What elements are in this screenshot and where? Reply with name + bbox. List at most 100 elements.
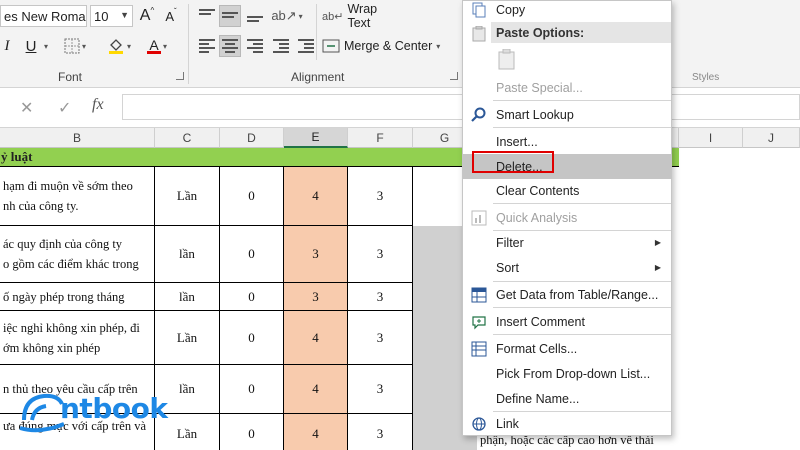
fill-color-button[interactable]: ▾ [104,35,134,57]
quick-analysis-icon [470,209,488,227]
menu-item-label: Filter [496,235,524,250]
menu-item-copy[interactable]: Copy [463,0,671,22]
submenu-arrow-icon: ▶ [654,238,661,247]
table-row-2-f[interactable]: 3 [348,226,413,283]
table-row-4-f[interactable]: 3 [348,311,413,365]
menu-item-format-cells[interactable]: Format Cells... [463,336,671,361]
font-dialog-launcher-icon[interactable] [176,72,184,80]
align-middle-button[interactable] [219,5,241,27]
font-name-dropdown[interactable]: es New Romar [0,5,87,27]
table-row-6-f[interactable]: 3 [348,414,413,450]
styles-group-label: Styles [692,72,720,83]
table-row-2-c[interactable]: lần [155,226,220,283]
insert-function-icon[interactable]: fx [92,96,104,114]
borders-button[interactable]: ▾ [62,35,88,57]
align-left-button[interactable] [196,35,218,57]
borders-icon [64,38,80,54]
underline-label: U [25,37,37,55]
table-row-4-e[interactable]: 4 [284,311,348,365]
table-row-2-b[interactable]: ác quy định của công ty o gồm các điểm kh… [0,226,155,283]
align-center-button[interactable] [219,35,241,57]
font-name-value: es New Romar [4,8,87,24]
table-row-5-d[interactable]: 0 [220,365,284,414]
table-row-3-b[interactable]: ố ngày phép trong tháng [0,283,155,311]
table-row-5-e[interactable]: 4 [284,365,348,414]
table-row-2-d[interactable]: 0 [220,226,284,283]
paste-clipboard-icon[interactable] [497,48,517,74]
wrap-text-button[interactable]: ab↵ Wrap Text [322,2,402,30]
table-row-3-f[interactable]: 3 [348,283,413,311]
menu-item-clear-contents[interactable]: Clear Contents [463,178,671,203]
table-row-1-f[interactable]: 3 [348,167,413,226]
column-header-f[interactable]: F [348,128,413,148]
table-row-4-d[interactable]: 0 [220,311,284,365]
font-size-value: 10 [94,8,109,24]
shrink-font-button[interactable]: Aˇ [161,5,181,27]
table-row-1-d[interactable]: 0 [220,167,284,226]
table-row-2-e[interactable]: 3 [284,226,348,283]
italic-button[interactable]: I [0,35,14,57]
menu-item-sort[interactable]: Sort ▶ [463,255,671,280]
table-row-3-e[interactable]: 3 [284,283,348,311]
orientation-button[interactable]: ab↗ ▾ [271,5,302,27]
menu-item-get-data[interactable]: Get Data from Table/Range... [463,282,671,307]
menu-item-define-name[interactable]: Define Name... [463,386,671,411]
menu-item-insert-comment[interactable]: Insert Comment [463,309,671,334]
align-bottom-button[interactable] [244,5,266,27]
logo-text: ntbook [60,392,168,425]
table-row-4-c[interactable]: Lần [155,311,220,365]
menu-item-label: Copy [496,2,526,17]
column-header-c[interactable]: C [155,128,220,148]
menu-item-link[interactable]: Link [463,411,671,436]
table-row-5-f[interactable]: 3 [348,365,413,414]
italic-label: I [4,37,10,54]
table-row-4-b[interactable]: iệc nghỉ không xin phép, đi ớm không xin … [0,311,155,365]
align-right-button[interactable] [244,35,266,57]
align-left-icon [199,39,215,53]
menu-item-quick-analysis[interactable]: Quick Analysis [463,205,671,230]
grow-font-button[interactable]: A ^ [137,5,157,27]
menu-separator [493,203,671,204]
menu-item-label: Get Data from Table/Range... [496,287,659,302]
menu-item-pick-from-list[interactable]: Pick From Drop-down List... [463,361,671,386]
font-color-button[interactable]: A ▾ [142,35,172,57]
column-header-b[interactable]: B [0,128,155,148]
cell-text: nh của công ty. [3,199,79,213]
paste-options-header: Paste Options: [491,22,671,43]
align-top-button[interactable] [196,5,218,27]
menu-item-filter[interactable]: Filter ▶ [463,230,671,255]
column-header-d[interactable]: D [220,128,284,148]
table-row-3-d[interactable]: 0 [220,283,284,311]
menu-item-label: Quick Analysis [496,210,578,225]
font-size-dropdown[interactable]: 10 ▼ [90,5,133,27]
merge-center-button[interactable]: Merge & Center ▾ [322,35,452,57]
underline-button[interactable]: U [22,35,40,57]
increase-indent-button[interactable] [295,35,317,57]
table-row-6-e[interactable]: 4 [284,414,348,450]
cell-text: ớm không xin phép [3,340,101,355]
orientation-icon: ab↗ [271,8,297,23]
chevron-down-icon: ▼ [120,10,129,20]
table-row-1-b[interactable]: hạm đi muộn về sớm theo nh của công ty. [0,167,155,226]
menu-item-label: Smart Lookup [496,107,574,122]
formula-input[interactable] [122,94,800,120]
table-row-6-d[interactable]: 0 [220,414,284,450]
column-header-j[interactable]: J [743,128,800,148]
cancel-icon[interactable]: ✕ [20,98,33,118]
column-header-i[interactable]: I [679,128,743,148]
alignment-dialog-launcher-icon[interactable] [450,72,458,80]
table-row-3-c[interactable]: lần [155,283,220,311]
cell-text: iệc nghỉ không xin phép, đi [3,320,140,335]
search-icon [470,106,488,124]
table-row-1-e[interactable]: 4 [284,167,348,226]
enter-icon[interactable]: ✓ [58,98,71,118]
column-header-e[interactable]: E [284,128,348,148]
menu-item-smart-lookup[interactable]: Smart Lookup [463,102,671,127]
delete-highlight-outline [472,151,554,173]
decrease-indent-button[interactable] [270,35,292,57]
table-row-1-c[interactable]: Lần [155,167,220,226]
underline-dropdown-icon[interactable]: ▾ [44,35,48,57]
menu-item-paste-special[interactable]: Paste Special... [463,75,671,100]
format-cells-icon [470,340,488,358]
menu-separator [493,100,671,101]
